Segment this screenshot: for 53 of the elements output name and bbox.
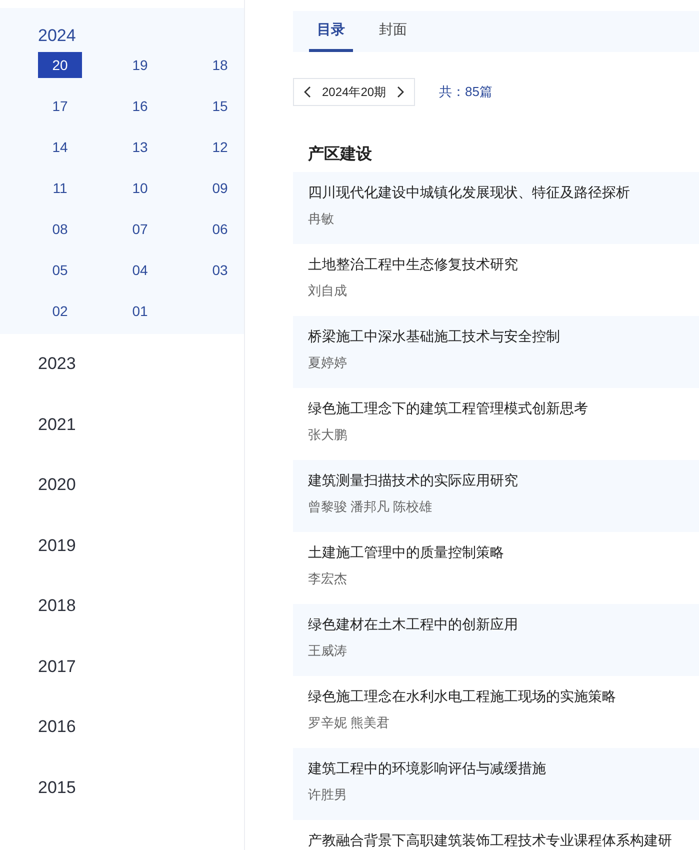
issue-button[interactable]: 04 [118, 257, 162, 283]
issue-button[interactable]: 15 [198, 93, 242, 119]
year-item[interactable]: 2021 [38, 414, 76, 435]
article-title[interactable]: 土建施工管理中的质量控制策略 [308, 544, 684, 562]
article-authors: 冉敏 [308, 210, 335, 228]
year-item[interactable]: 2024 [38, 26, 76, 46]
article-authors: 张大鹏 [308, 426, 348, 444]
article-authors: 许胜男 [308, 786, 348, 804]
article-title[interactable]: 绿色施工理念在水利水电工程施工现场的实施策略 [308, 688, 684, 706]
issue-label: 2024年20期 [322, 84, 386, 100]
issue-button[interactable]: 13 [118, 134, 162, 160]
issue-button[interactable]: 16 [118, 93, 162, 119]
article-title[interactable]: 产教融合背景下高职建筑装饰工程技术专业课程体系构建研 [308, 832, 684, 850]
article-authors: 曾黎骏 潘邦凡 陈校雄 [308, 498, 434, 516]
issue-button[interactable]: 06 [198, 216, 242, 242]
issue-button[interactable]: 17 [38, 93, 82, 119]
year-item[interactable]: 2023 [38, 354, 76, 374]
article-authors: 刘自成 [308, 282, 348, 300]
issue-button[interactable]: 12 [198, 134, 242, 160]
issue-button[interactable]: 11 [38, 175, 82, 201]
issue-button[interactable]: 19 [118, 52, 162, 78]
article-count: 共：85篇 [439, 83, 493, 101]
issue-button[interactable]: 05 [38, 257, 82, 283]
issue-button[interactable]: 10 [118, 175, 162, 201]
article-title[interactable]: 土地整治工程中生态修复技术研究 [308, 256, 684, 274]
year-item[interactable]: 2015 [38, 778, 76, 798]
article-title[interactable]: 四川现代化建设中城镇化发展现状、特征及路径探析 [308, 184, 684, 202]
issue-button[interactable]: 14 [38, 134, 82, 160]
issue-button[interactable]: 01 [118, 298, 162, 324]
issue-button[interactable]: 02 [38, 298, 82, 324]
year-item[interactable]: 2018 [38, 596, 76, 616]
year-item[interactable]: 2019 [38, 536, 76, 556]
article-authors: 罗辛妮 熊美君 [308, 714, 391, 732]
issue-button[interactable]: 18 [198, 52, 242, 78]
issue-button[interactable]: 07 [118, 216, 162, 242]
section-title: 产区建设 [308, 144, 373, 165]
year-item[interactable]: 2020 [38, 475, 76, 496]
article-title[interactable]: 桥梁施工中深水基础施工技术与安全控制 [308, 328, 684, 346]
article-title[interactable]: 建筑工程中的环境影响评估与减缓措施 [308, 760, 684, 778]
article-title[interactable]: 绿色施工理念下的建筑工程管理模式创新思考 [308, 400, 684, 418]
article-authors: 王威涛 [308, 642, 348, 660]
article-authors: 夏婷婷 [308, 354, 348, 372]
year-item[interactable]: 2016 [38, 717, 76, 738]
article-title[interactable]: 建筑测量扫描技术的实际应用研究 [308, 472, 684, 490]
tab[interactable]: 封面 [371, 11, 415, 52]
issue-button[interactable]: 09 [198, 175, 242, 201]
issue-button[interactable]: 08 [38, 216, 82, 242]
article-authors: 李宏杰 [308, 570, 348, 588]
tab[interactable]: 目录 [309, 11, 353, 52]
article-title[interactable]: 绿色建材在土木工程中的创新应用 [308, 616, 684, 634]
year-item[interactable]: 2017 [38, 656, 76, 677]
issue-button[interactable]: 20 [38, 52, 82, 78]
issue-button[interactable]: 03 [198, 257, 242, 283]
